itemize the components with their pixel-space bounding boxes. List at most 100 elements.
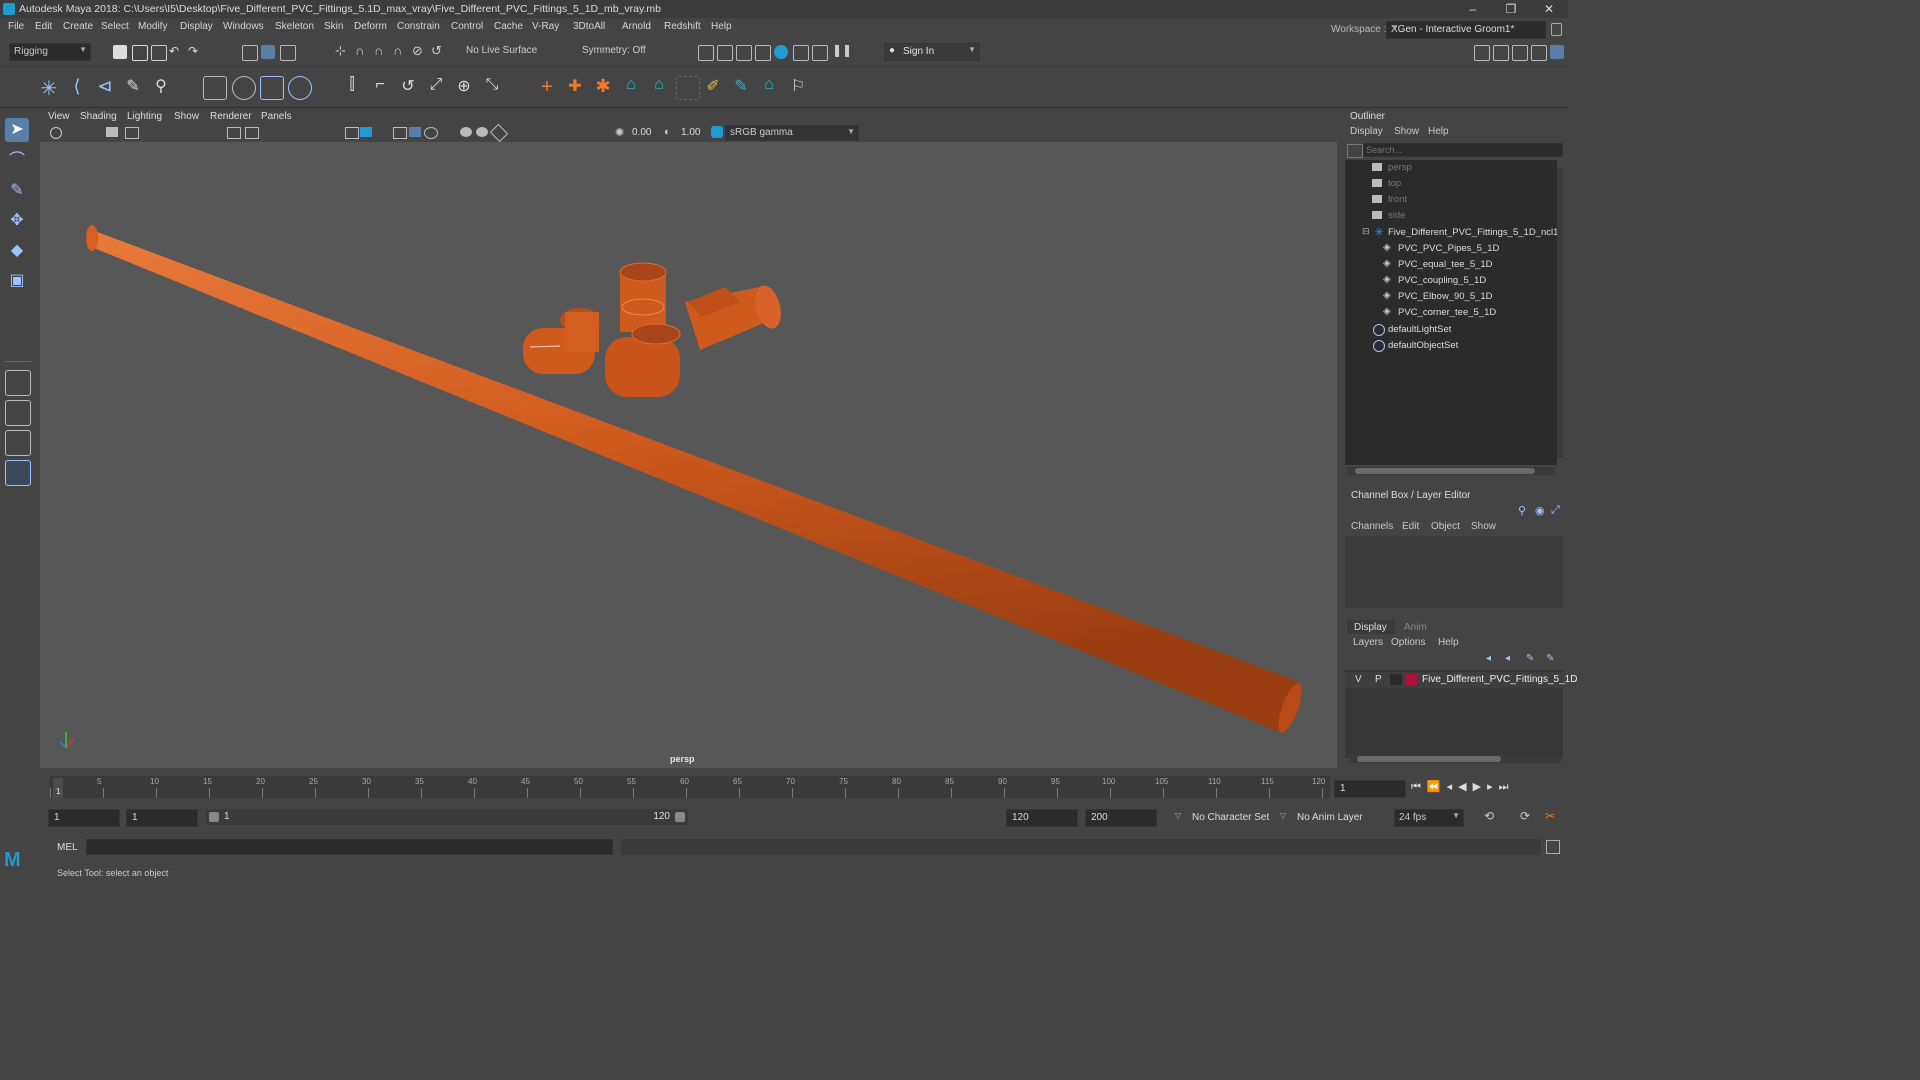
- current-frame-field[interactable]: 1: [1334, 780, 1406, 798]
- channelbox-menu-edit[interactable]: Edit: [1402, 521, 1419, 532]
- range-slider[interactable]: 1 120: [206, 809, 688, 825]
- go-to-end-icon[interactable]: ⏭: [1499, 781, 1515, 793]
- outliner-item-front[interactable]: front: [1345, 192, 1557, 208]
- attribute-icon[interactable]: ◉: [1535, 504, 1545, 517]
- select-tool-icon[interactable]: ➤: [5, 118, 29, 142]
- outliner-item-corner-tee[interactable]: ◈ PVC_corner_tee_5_1D: [1345, 305, 1557, 321]
- auto-key-icon[interactable]: ⟳: [1520, 809, 1530, 823]
- ipr-render-icon[interactable]: [736, 45, 752, 61]
- tab-display[interactable]: Display: [1347, 620, 1395, 634]
- outliner-search-input[interactable]: [1363, 143, 1563, 157]
- snap-grid-icon[interactable]: ⊹: [335, 43, 346, 59]
- outliner-menu-show[interactable]: Show: [1394, 126, 1419, 137]
- shadows-icon[interactable]: [424, 127, 438, 139]
- channelbox-menu-channels[interactable]: Channels: [1351, 521, 1393, 532]
- select-hierarchy-icon[interactable]: [242, 45, 258, 61]
- menu-skeleton[interactable]: Skeleton: [275, 21, 314, 32]
- time-slider[interactable]: 1 5 10 15 20 25 30 35 40 45 50 55 60 65 …: [50, 776, 1330, 798]
- live-surface-dropdown[interactable]: No Live Surface: [462, 43, 542, 59]
- wireframe-icon[interactable]: [345, 127, 359, 139]
- layer-color-swatch[interactable]: [1406, 674, 1418, 685]
- new-scene-icon[interactable]: [113, 45, 127, 59]
- sign-in-button[interactable]: ● Sign In ▼: [884, 43, 980, 61]
- outliner-item-default-light-set[interactable]: defaultLightSet: [1345, 322, 1557, 338]
- snap-live-icon[interactable]: ↺: [431, 43, 442, 59]
- exposure-icon[interactable]: ✺: [615, 126, 624, 139]
- outliner-item-coupling[interactable]: ◈ PVC_coupling_5_1D: [1345, 273, 1557, 289]
- go-to-start-icon[interactable]: ⏮: [1411, 781, 1427, 793]
- ik-fk-icon[interactable]: ✚: [564, 76, 586, 98]
- fps-dropdown[interactable]: 24 fps ▼: [1394, 809, 1464, 827]
- colorspace-dropdown[interactable]: sRGB gamma ▼: [725, 125, 859, 141]
- scene-start-field[interactable]: 1: [48, 809, 120, 827]
- use-all-lights-icon[interactable]: [409, 127, 421, 137]
- pole-vector-icon[interactable]: ⤡: [481, 76, 503, 98]
- outliner-menu-help[interactable]: Help: [1428, 126, 1449, 137]
- menu-select[interactable]: Select: [101, 21, 129, 32]
- menu-windows[interactable]: Windows: [223, 21, 264, 32]
- layer-playback-toggle[interactable]: P: [1375, 674, 1382, 685]
- image-plane-icon[interactable]: [125, 127, 139, 139]
- outliner-item-equal-tee[interactable]: ◈ PVC_equal_tee_5_1D: [1345, 257, 1557, 273]
- camera-attributes-icon[interactable]: [50, 127, 62, 139]
- menu-edit[interactable]: Edit: [35, 21, 52, 32]
- scrollbar-thumb[interactable]: [1355, 468, 1535, 474]
- scale-tool-icon[interactable]: ▣: [5, 269, 29, 293]
- play-backwards-icon[interactable]: ◀: [1458, 781, 1472, 793]
- menu-modify[interactable]: Modify: [138, 21, 167, 32]
- script-language-toggle[interactable]: MEL: [57, 842, 78, 853]
- outliner-item-persp[interactable]: persp: [1345, 160, 1557, 176]
- snap-point-icon[interactable]: ∩: [374, 43, 383, 58]
- playback-start-field[interactable]: 1: [126, 809, 198, 827]
- render-view-icon[interactable]: [698, 45, 714, 61]
- minimize-button[interactable]: –: [1456, 0, 1490, 18]
- scrollbar-thumb[interactable]: [1357, 756, 1501, 762]
- ik-handle-icon[interactable]: ⟨: [66, 76, 88, 98]
- step-forward-frame-icon[interactable]: ▸: [1487, 781, 1499, 793]
- arnold-render-icon[interactable]: ⌂: [620, 76, 642, 98]
- undo-icon[interactable]: ↶: [169, 44, 179, 58]
- panel-menu-panels[interactable]: Panels: [261, 111, 292, 122]
- quick-rig-icon[interactable]: ⚲: [150, 76, 172, 98]
- pvc-elbow-90[interactable]: [523, 308, 600, 374]
- four-view-layout-icon[interactable]: [5, 400, 31, 426]
- panel-menu-shading[interactable]: Shading: [80, 111, 117, 122]
- script-editor-icon[interactable]: [1546, 840, 1560, 854]
- arnold-ipr-icon[interactable]: ⌂: [648, 76, 670, 98]
- paint-select-icon[interactable]: ✎: [5, 179, 29, 203]
- range-start-handle[interactable]: [209, 812, 219, 822]
- layer-horizontal-scrollbar[interactable]: [1349, 755, 1561, 763]
- outliner-item-pipes[interactable]: ◈ PVC_PVC_Pipes_5_1D: [1345, 241, 1557, 257]
- parent-constraint-icon[interactable]: ⫿: [341, 76, 363, 98]
- hypershade-icon[interactable]: [774, 45, 788, 59]
- textured-icon[interactable]: [393, 127, 407, 139]
- character-controls-icon[interactable]: [1493, 45, 1509, 61]
- anti-aliasing-icon[interactable]: [489, 123, 509, 143]
- cluster-icon[interactable]: [288, 76, 312, 100]
- outliner-menu-display[interactable]: Display: [1350, 126, 1383, 137]
- joint-tool-icon[interactable]: ✳: [38, 76, 60, 100]
- pvc-equal-tee[interactable]: [605, 323, 681, 397]
- modeling-toolkit-icon[interactable]: [1474, 45, 1490, 61]
- film-gate-icon[interactable]: [245, 127, 259, 139]
- point-constraint-icon[interactable]: ⌐: [369, 76, 391, 98]
- pin-tool-icon[interactable]: ⚐: [787, 76, 809, 98]
- outliner-item-top[interactable]: top: [1345, 176, 1557, 192]
- new-layer-icon[interactable]: ✎: [1526, 653, 1534, 664]
- single-perspective-layout-icon[interactable]: [5, 370, 31, 396]
- pvc-corner-tee[interactable]: [685, 283, 785, 350]
- anim-layer-label[interactable]: No Anim Layer: [1297, 812, 1363, 823]
- motion-blur-icon[interactable]: [476, 127, 488, 137]
- snap-view-plane-icon[interactable]: ⊘: [412, 43, 423, 59]
- close-button[interactable]: ✕: [1532, 0, 1566, 18]
- outliner-item-elbow[interactable]: ◈ PVC_Elbow_90_5_1D: [1345, 289, 1557, 305]
- tool-settings-icon[interactable]: [1531, 45, 1547, 61]
- gamma-field[interactable]: 1.00: [676, 125, 712, 139]
- range-end-handle[interactable]: [675, 812, 685, 822]
- ik-spline-icon[interactable]: ⊲: [94, 76, 116, 98]
- locator-icon[interactable]: +: [536, 76, 558, 98]
- snap-projected-icon[interactable]: ∩: [393, 43, 402, 58]
- menu-constrain[interactable]: Constrain: [397, 21, 440, 32]
- menu-deform[interactable]: Deform: [354, 21, 387, 32]
- menu-3dtoall[interactable]: 3DtoAll: [573, 21, 605, 32]
